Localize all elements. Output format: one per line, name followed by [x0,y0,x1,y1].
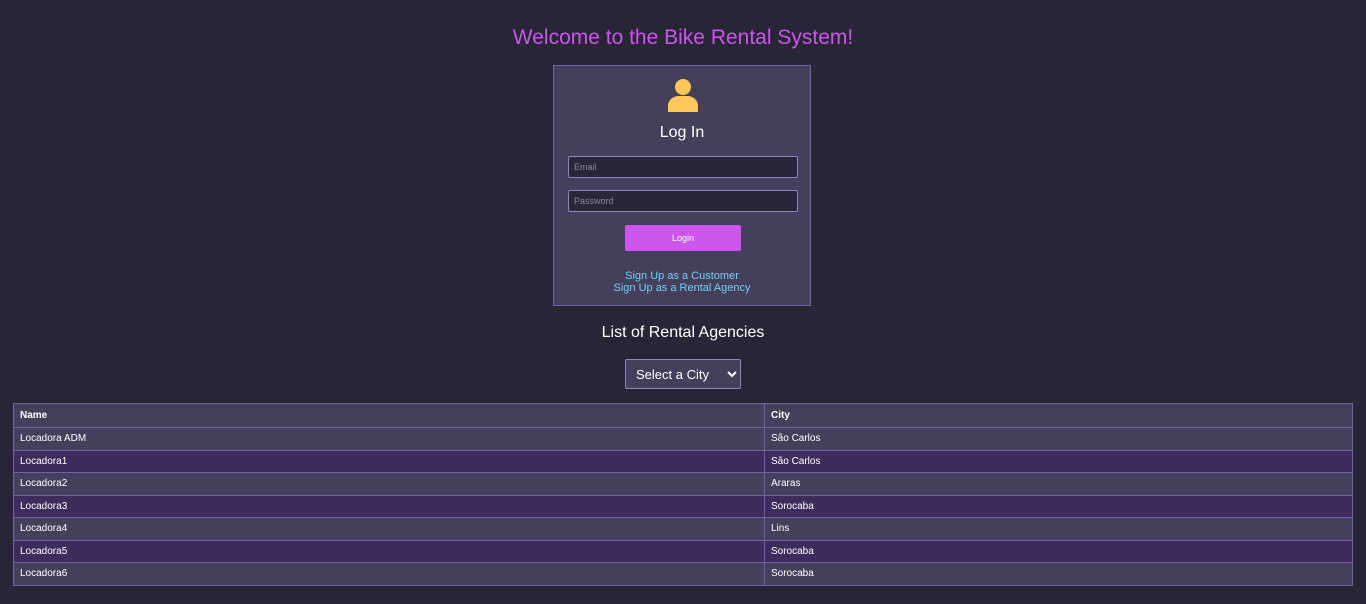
agency-city-cell: Sorocaba [764,562,1353,586]
agency-name-cell: Locadora5 [13,539,765,563]
table-header-row: Name City [13,403,1353,428]
agencies-table: Name City Locadora ADM São Carlos Locado… [13,403,1353,586]
table-row: Locadora6 Sorocaba [13,562,1353,586]
column-header-name: Name [13,403,765,428]
table-row: Locadora1 São Carlos [13,449,1353,473]
login-button[interactable]: Login [625,225,741,251]
agency-city-cell: Sorocaba [764,539,1353,563]
login-card: Log In Login Sign Up as a Customer Sign … [553,65,811,306]
table-row: Locadora ADM São Carlos [13,427,1353,451]
signup-agency-link[interactable]: Sign Up as a Rental Agency [554,282,810,294]
agency-name-cell: Locadora6 [13,562,765,586]
agency-city-cell: Lins [764,517,1353,541]
user-icon [668,79,698,112]
email-field[interactable] [568,156,798,178]
agency-city-cell: Sorocaba [764,494,1353,518]
table-row: Locadora4 Lins [13,517,1353,541]
agencies-heading: List of Rental Agencies [601,324,765,341]
signup-customer-link[interactable]: Sign Up as a Customer [554,270,810,282]
city-select[interactable]: Select a City [625,359,741,389]
table-row: Locadora5 Sorocaba [13,539,1353,563]
agency-name-cell: Locadora4 [13,517,765,541]
password-field[interactable] [568,190,798,212]
agency-name-cell: Locadora3 [13,494,765,518]
page-title: Welcome to the Bike Rental System! [512,26,854,49]
agency-name-cell: Locadora1 [13,449,765,473]
agency-city-cell: Araras [764,472,1353,496]
login-heading: Log In [659,124,705,141]
column-header-city: City [764,403,1353,428]
table-row: Locadora3 Sorocaba [13,494,1353,518]
agency-name-cell: Locadora ADM [13,427,765,451]
agency-city-cell: São Carlos [764,427,1353,451]
agency-name-cell: Locadora2 [13,472,765,496]
table-row: Locadora2 Araras [13,472,1353,496]
agency-city-cell: São Carlos [764,449,1353,473]
